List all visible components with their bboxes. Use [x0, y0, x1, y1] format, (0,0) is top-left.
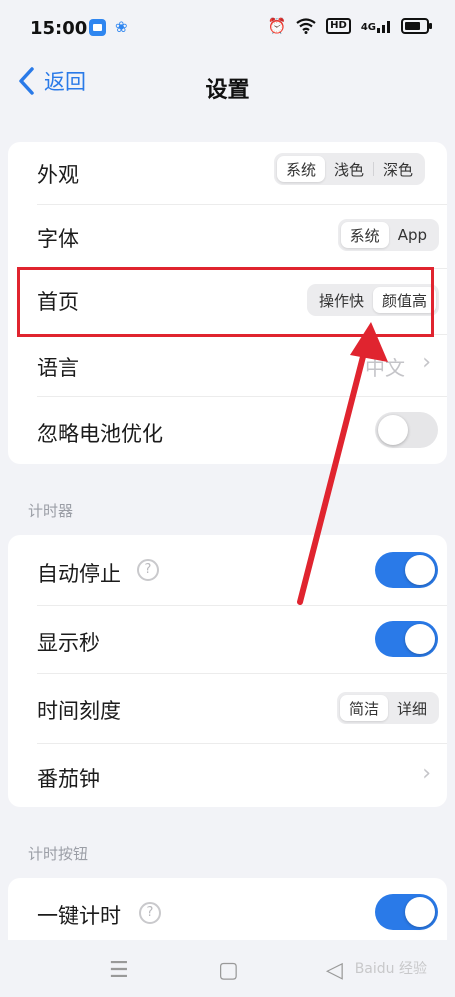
- language-row[interactable]: 语言 中文 ›: [8, 334, 447, 396]
- status-time: 15:00: [30, 18, 88, 39]
- font-segmented-control: 系统 App: [337, 219, 439, 251]
- appearance-segmented-control: 系统 浅色 深色: [273, 153, 425, 185]
- nav-bar: 返回 设置: [0, 58, 455, 120]
- home-square-icon[interactable]: ▢: [218, 958, 239, 983]
- language-label: 语言: [37, 356, 79, 380]
- page-title: 设置: [205, 78, 250, 103]
- appearance-label: 外观: [37, 163, 79, 187]
- ignore-battery-row: 忽略电池优化: [8, 396, 447, 464]
- font-option-app[interactable]: App: [389, 222, 436, 248]
- back-triangle-icon[interactable]: ◁: [326, 958, 343, 983]
- appearance-option-system[interactable]: 系统: [276, 156, 325, 182]
- timer-settings-card: 自动停止 ? 显示秒 时间刻度 简洁 详细 番茄钟 ›: [8, 535, 447, 807]
- show-seconds-toggle[interactable]: [375, 621, 438, 657]
- toggle-knob: [405, 555, 435, 585]
- auto-stop-row: 自动停止 ?: [8, 535, 447, 605]
- show-seconds-row: 显示秒: [8, 605, 447, 673]
- appearance-row: 外观 系统 浅色 深色: [8, 142, 447, 204]
- language-value: 中文: [365, 356, 405, 380]
- toggle-knob: [405, 897, 435, 927]
- font-option-system[interactable]: 系统: [340, 222, 389, 248]
- menu-icon[interactable]: ☰: [109, 958, 129, 983]
- appearance-option-dark[interactable]: 深色: [374, 156, 422, 182]
- section-title-timer: 计时器: [28, 502, 74, 520]
- system-navigation-bar: ☰ ▢ ◁ Baidu 经验: [0, 940, 455, 997]
- help-icon[interactable]: ?: [139, 902, 161, 924]
- hd-icon: HD: [326, 18, 351, 34]
- toggle-knob: [378, 415, 408, 445]
- appearance-option-light[interactable]: 浅色: [325, 156, 373, 182]
- status-icons: ⏰ HD 4G: [267, 17, 432, 35]
- one-tap-timer-label: 一键计时: [37, 904, 121, 928]
- ignore-battery-toggle[interactable]: [375, 412, 438, 448]
- font-row: 字体 系统 App: [8, 204, 447, 268]
- show-seconds-label: 显示秒: [37, 631, 100, 655]
- help-icon[interactable]: ?: [137, 559, 159, 581]
- one-tap-timer-row: 一键计时 ?: [8, 878, 447, 948]
- time-scale-label: 时间刻度: [37, 699, 121, 723]
- annotation-highlight-box: [17, 267, 434, 337]
- auto-stop-toggle[interactable]: [375, 552, 438, 588]
- network-type: 4G: [360, 22, 376, 33]
- watermark: Baidu 经验: [354, 961, 427, 977]
- font-label: 字体: [37, 227, 79, 251]
- toggle-knob: [405, 624, 435, 654]
- pomodoro-label: 番茄钟: [37, 767, 100, 791]
- time-scale-row: 时间刻度 简洁 详细: [8, 673, 447, 743]
- pomodoro-row[interactable]: 番茄钟 ›: [8, 743, 447, 807]
- ignore-battery-label: 忽略电池优化: [37, 422, 163, 446]
- one-tap-timer-toggle[interactable]: [375, 894, 438, 930]
- time-scale-option-detailed[interactable]: 详细: [388, 695, 436, 721]
- notification-app-icon: [89, 19, 106, 36]
- status-bar: 15:00 ❀ ⏰ HD 4G: [0, 0, 455, 58]
- alarm-icon: ⏰: [267, 17, 287, 35]
- battery-icon: [401, 18, 432, 34]
- chevron-right-icon: ›: [422, 761, 431, 786]
- section-title-timer-buttons: 计时按钮: [28, 845, 89, 863]
- wifi-icon: [296, 18, 316, 34]
- auto-stop-label: 自动停止: [37, 562, 121, 586]
- baidu-paw-icon: ❀: [115, 18, 128, 36]
- signal-group: 4G: [361, 19, 391, 33]
- time-scale-segmented-control: 简洁 详细: [336, 692, 439, 724]
- time-scale-option-simple[interactable]: 简洁: [339, 695, 388, 721]
- signal-icon: [377, 21, 390, 33]
- chevron-right-icon: ›: [422, 350, 431, 375]
